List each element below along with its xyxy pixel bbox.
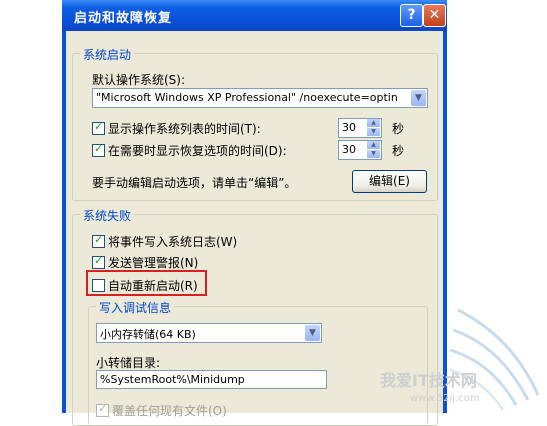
watermark-url: www.52ij.com (410, 393, 480, 404)
spin-down-icon[interactable]: ▼ (367, 150, 380, 158)
debug-info-label: 写入调试信息 (96, 299, 175, 316)
watermark-text: 我爱IT技术网 (380, 371, 477, 390)
show-recovery-checkbox[interactable] (92, 142, 105, 157)
background-panel (0, 0, 63, 413)
help-button[interactable]: ? (400, 4, 423, 27)
show-recovery-label: 在需要时显示恢复选项的时间(D): (108, 144, 287, 158)
show-os-list-checkbox[interactable] (92, 120, 105, 135)
show-recovery-value: 30 (342, 143, 356, 156)
overwrite-checkbox[interactable] (96, 402, 109, 417)
write-event-label: 将事件写入系统日志(W) (108, 235, 238, 249)
dump-type-select[interactable]: 小内存转储(64 KB) ▼ (96, 323, 322, 343)
spin-down-icon[interactable]: ▼ (367, 128, 380, 136)
edit-button[interactable]: 编辑(E) (352, 170, 427, 193)
overwrite-label: 覆盖任何现有文件(O) (112, 404, 227, 418)
dialog-body: 系统启动 默认操作系统(S): "Microsoft Windows XP Pr… (66, 31, 443, 426)
edit-hint-text: 要手动编辑启动选项，请单击“编辑”。 (92, 176, 297, 190)
close-button[interactable]: ✕ (423, 4, 446, 27)
dump-dir-field[interactable]: %SystemRoot%\Minidump (96, 370, 327, 389)
spin-up-icon[interactable]: ▲ (367, 119, 380, 127)
dump-dir-value: %SystemRoot%\Minidump (100, 373, 245, 386)
write-event-checkbox[interactable] (92, 233, 105, 248)
chevron-down-icon[interactable]: ▼ (411, 90, 426, 106)
send-alert-label: 发送管理警报(N) (108, 256, 199, 270)
show-recovery-spinner[interactable]: 30 ▲ ▼ (338, 140, 382, 160)
default-os-label: 默认操作系统(S): (92, 73, 186, 87)
window-title: 启动和故障恢复 (74, 11, 173, 26)
title-bar[interactable]: 启动和故障恢复 ? ✕ (62, 0, 447, 31)
send-alert-checkbox[interactable] (92, 254, 105, 269)
show-os-list-value: 30 (342, 121, 356, 134)
show-os-list-spinner[interactable]: 30 ▲ ▼ (338, 118, 382, 138)
dump-dir-label: 小转储目录: (96, 356, 161, 370)
spin-up-icon[interactable]: ▲ (367, 141, 380, 149)
chevron-down-icon[interactable]: ▼ (305, 325, 320, 341)
startup-recovery-dialog: 启动和故障恢复 ? ✕ 系统启动 默认操作系统(S): "Microsoft W… (62, 0, 447, 426)
dump-type-value: 小内存转储(64 KB) (100, 328, 196, 341)
default-os-select[interactable]: "Microsoft Windows XP Professional" /noe… (92, 88, 428, 108)
show-os-list-label: 显示操作系统列表的时间(T): (108, 122, 261, 136)
default-os-value: "Microsoft Windows XP Professional" /noe… (96, 91, 398, 104)
system-startup-label: 系统启动 (80, 46, 135, 63)
highlight-box (86, 270, 207, 296)
show-os-list-unit: 秒 (392, 122, 405, 136)
show-recovery-unit: 秒 (392, 144, 405, 158)
system-failure-label: 系统失败 (80, 207, 135, 224)
